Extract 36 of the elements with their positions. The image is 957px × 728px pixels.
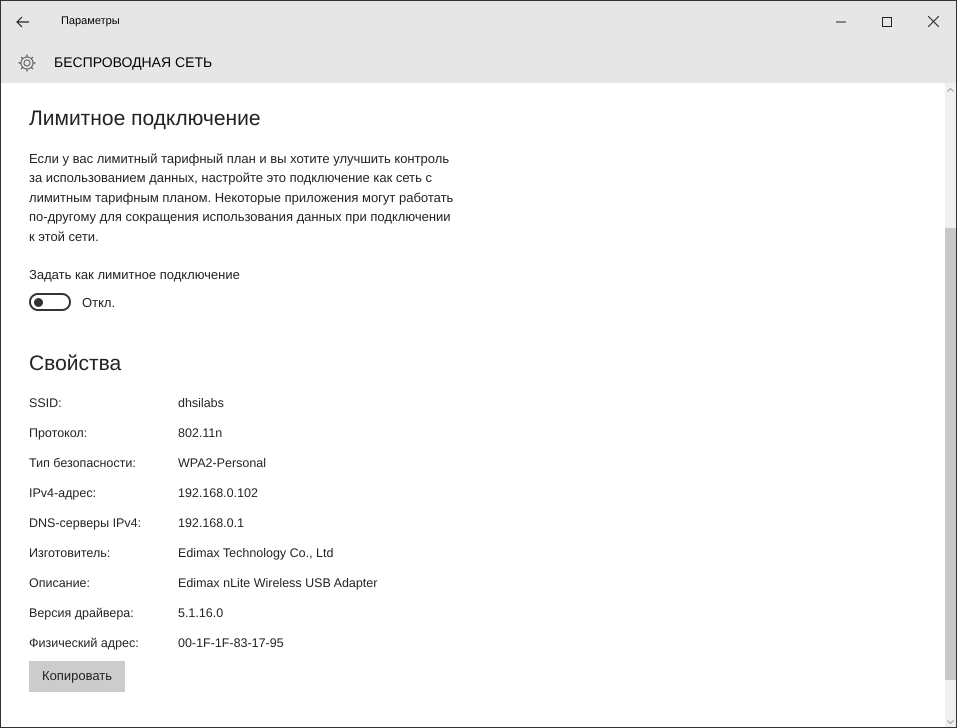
property-label: Описание: (29, 575, 91, 592)
property-value: dhsilabs (178, 395, 224, 412)
toggle-switch[interactable] (29, 293, 71, 312)
window-title: Параметры (61, 14, 120, 30)
minimize-icon (836, 20, 846, 22)
toggle-state-text: Откл. (82, 294, 116, 312)
maximize-icon (882, 16, 892, 26)
property-value: 00-1F-1F-83-17-95 (178, 635, 284, 652)
page-title: БЕСПРОВОДНАЯ СЕТЬ (54, 53, 212, 72)
property-value: WPA2-Personal (178, 455, 266, 472)
scrollbar-thumb[interactable] (945, 228, 956, 680)
scroll-up-icon (947, 88, 954, 92)
description-text: Если у вас лимитный тарифный план и вы хотите улучшить контроль за использованием данных, настройте это подключение как сеть с лимитным тарифным планом. Некоторые приложения могут работать по-другому для сокращения использования данных при подключении к этой сети. (29, 150, 454, 246)
scroll-down-icon (947, 720, 954, 724)
gear-icon (17, 52, 37, 72)
property-label: Протокол: (29, 425, 88, 442)
property-value: Edimax Technology Co., Ltd (178, 545, 334, 562)
section-heading: Лимитное подключение (29, 106, 262, 132)
property-value: 802.11n (178, 425, 222, 442)
property-label: Тип безопасности: (29, 455, 137, 472)
property-value: 192.168.0.102 (178, 485, 258, 502)
property-value: 192.168.0.1 (178, 515, 244, 532)
property-label: Физический адрес: (29, 635, 140, 652)
section-heading: Свойства (29, 351, 122, 377)
property-label: IPv4-адрес: (29, 485, 98, 502)
copy-button[interactable]: Копировать (29, 660, 125, 692)
property-label: DNS-серверы IPv4: (29, 515, 142, 532)
property-label: Изготовитель: (29, 545, 112, 562)
property-value: Edimax nLite Wireless USB Adapter (178, 575, 378, 592)
close-icon (928, 16, 938, 27)
back-arrow-icon (16, 16, 30, 28)
property-value: 5.1.16.0 (178, 605, 224, 622)
property-label: SSID: (29, 395, 63, 412)
property-label: Версия драйвера: (29, 605, 135, 622)
scrollbar[interactable] (945, 83, 956, 727)
toggle-label: Задать как лимитное подключение (29, 266, 241, 284)
